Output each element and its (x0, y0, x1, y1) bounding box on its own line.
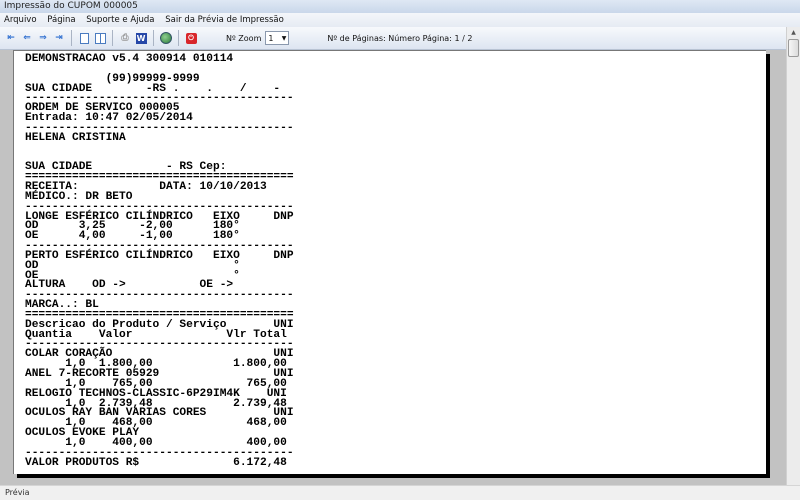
toolbar-separator (178, 30, 179, 46)
page-count-label: Nº de Páginas: Número Página: 1 / 2 (327, 33, 473, 43)
receipt-line (25, 144, 294, 154)
single-page-icon[interactable] (77, 31, 91, 45)
vertical-scrollbar[interactable]: ▲ (786, 27, 800, 485)
window-title: Impressão do CUPOM 000005 (4, 1, 138, 11)
menu-arquivo[interactable]: Arquivo (4, 15, 37, 25)
scroll-up-icon[interactable]: ▲ (787, 27, 800, 39)
zoom-select[interactable]: 1 ▼ (265, 31, 290, 45)
next-page-icon[interactable]: ⇒ (36, 31, 50, 45)
receipt-line: DEMONSTRACAO v5.4 300914 010114 (25, 53, 234, 65)
zoom-label: Nº Zoom (226, 33, 262, 43)
menu-bar: Arquivo Página Suporte e Ajuda Sair da P… (0, 13, 800, 27)
print-icon[interactable]: ⎙ (118, 31, 132, 45)
toolbar-separator (112, 30, 113, 46)
window-title-bar: Impressão do CUPOM 000005 (0, 0, 800, 13)
scrollbar-thumb[interactable] (788, 39, 799, 57)
close-power-icon[interactable]: ⏻ (184, 31, 198, 45)
previous-page-icon[interactable]: ⇐ (20, 31, 34, 45)
menu-sair-previa[interactable]: Sair da Prévia de Impressão (165, 15, 284, 25)
receipt-line: VALOR PRODUTOS R$ 6.172,48 (25, 456, 287, 469)
receipt-line: HELENA CRISTINA (25, 131, 126, 144)
toolbar-separator (153, 30, 154, 46)
two-pages-icon[interactable] (93, 31, 107, 45)
toolbar-separator (71, 30, 72, 46)
chevron-down-icon: ▼ (281, 34, 287, 42)
status-text: Prévia (5, 488, 30, 497)
menu-pagina[interactable]: Página (47, 15, 75, 25)
first-page-icon[interactable]: ⇤ (4, 31, 18, 45)
menu-suporte-ajuda[interactable]: Suporte e Ajuda (86, 15, 154, 25)
receipt-text: DEMONSTRACAO v5.4 300914 010114 (99)9999… (25, 53, 294, 469)
export-icon[interactable] (159, 31, 173, 45)
receipt-page: DEMONSTRACAO v5.4 300914 010114 (99)9999… (13, 50, 766, 474)
last-page-icon[interactable]: ⇥ (52, 31, 66, 45)
status-bar: Prévia (0, 485, 800, 500)
word-export-icon[interactable]: W (134, 31, 148, 45)
preview-area: DEMONSTRACAO v5.4 300914 010114 (99)9999… (0, 50, 786, 485)
zoom-value: 1 (268, 33, 274, 43)
toolbar: ⇤ ⇐ ⇒ ⇥ ⎙ W ⏻ Nº Zoom 1 ▼ Nº de Páginas: … (0, 27, 800, 50)
